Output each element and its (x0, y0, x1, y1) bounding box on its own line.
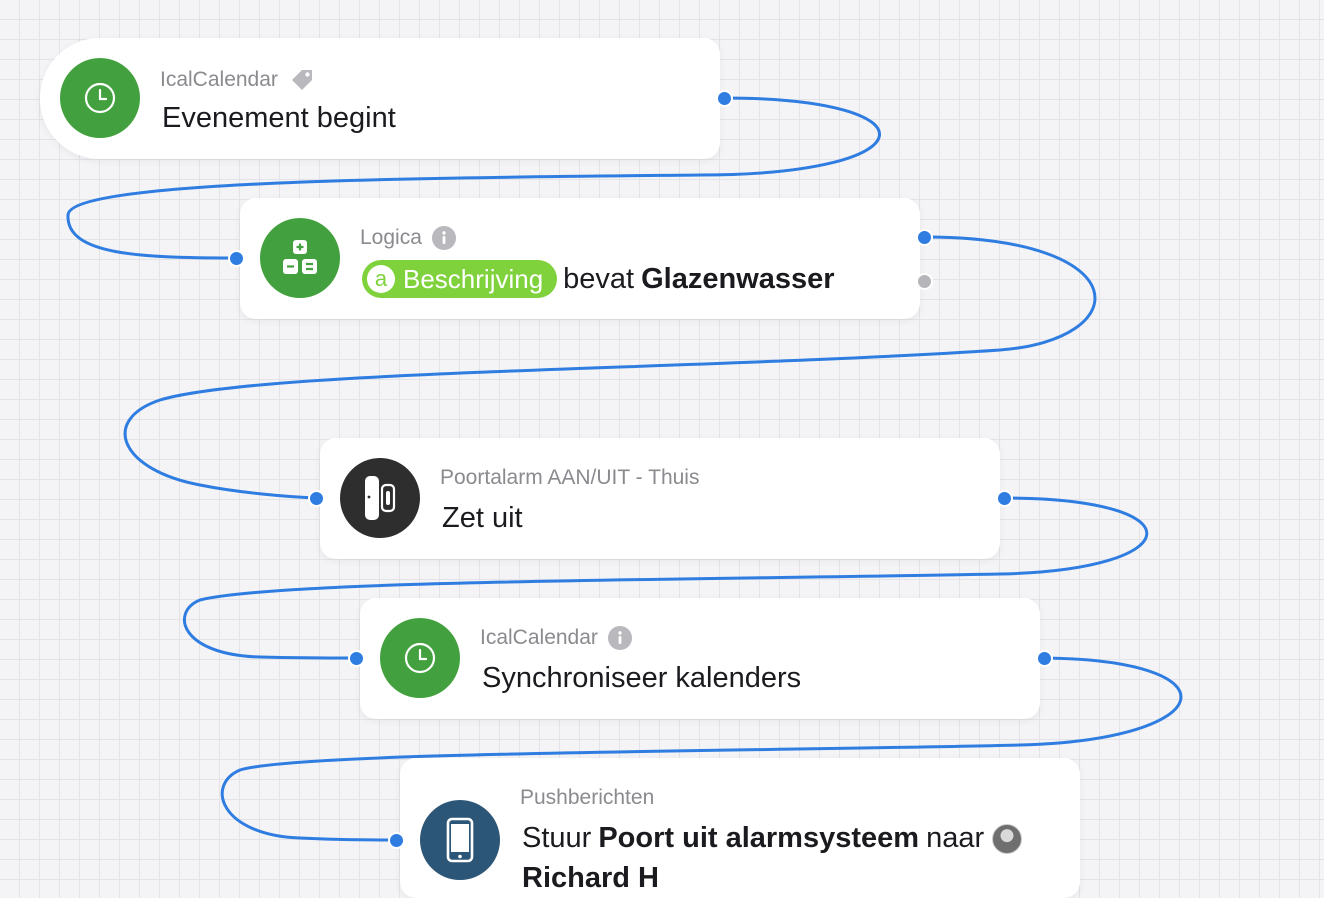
tag-icon[interactable] (288, 66, 316, 94)
calculator-icon (260, 218, 340, 298)
token-pill[interactable]: a Beschrijving (362, 260, 558, 298)
token-label: Beschrijving (403, 263, 544, 294)
flow-card-condition[interactable]: Logica a Beschrijving bevat Glazenwasser (240, 198, 920, 319)
push-recipient: Richard H (522, 862, 659, 894)
output-port[interactable] (1036, 650, 1053, 667)
flow-card-action-alarm[interactable]: Poortalarm AAN/UIT - Thuis Zet uit (320, 438, 1000, 559)
clock-icon (60, 58, 140, 138)
card-subtitle: Logica (360, 226, 422, 249)
input-port[interactable] (348, 650, 365, 667)
clock-icon (380, 618, 460, 698)
card-subtitle: IcalCalendar (160, 68, 278, 91)
output-port[interactable] (716, 90, 733, 107)
push-message: Poort uit alarmsysteem (598, 822, 920, 854)
input-port[interactable] (228, 250, 245, 267)
output-port-true[interactable] (916, 229, 933, 246)
card-subtitle: Pushberichten (520, 786, 655, 809)
info-icon[interactable] (607, 626, 632, 650)
output-port-false[interactable] (916, 273, 933, 290)
card-title: Zet uit (442, 502, 523, 534)
info-icon[interactable] (431, 226, 456, 250)
card-title: Synchroniseer kalenders (482, 662, 802, 694)
card-subtitle: IcalCalendar (480, 626, 598, 649)
card-title: Evenement begint (162, 102, 396, 134)
flow-card-action-calendar[interactable]: IcalCalendar Synchroniseer kalenders (360, 598, 1040, 719)
door-sensor-icon (340, 458, 420, 538)
token-letter: a (367, 265, 395, 293)
flow-card-trigger[interactable]: IcalCalendar Evenement begint (40, 38, 720, 159)
condition-value: Glazenwasser (641, 262, 835, 295)
avatar (992, 823, 1023, 854)
input-port[interactable] (388, 832, 405, 849)
input-port[interactable] (308, 490, 325, 507)
card-subtitle: Poortalarm AAN/UIT - Thuis (440, 466, 700, 489)
flow-card-action-push[interactable]: Pushberichten Stuur Poort uit alarmsyste… (400, 758, 1080, 898)
push-connector: naar (926, 822, 985, 854)
condition-operator: bevat (563, 262, 635, 295)
output-port[interactable] (996, 490, 1013, 507)
phone-icon (420, 800, 500, 880)
push-prefix: Stuur (522, 822, 592, 854)
